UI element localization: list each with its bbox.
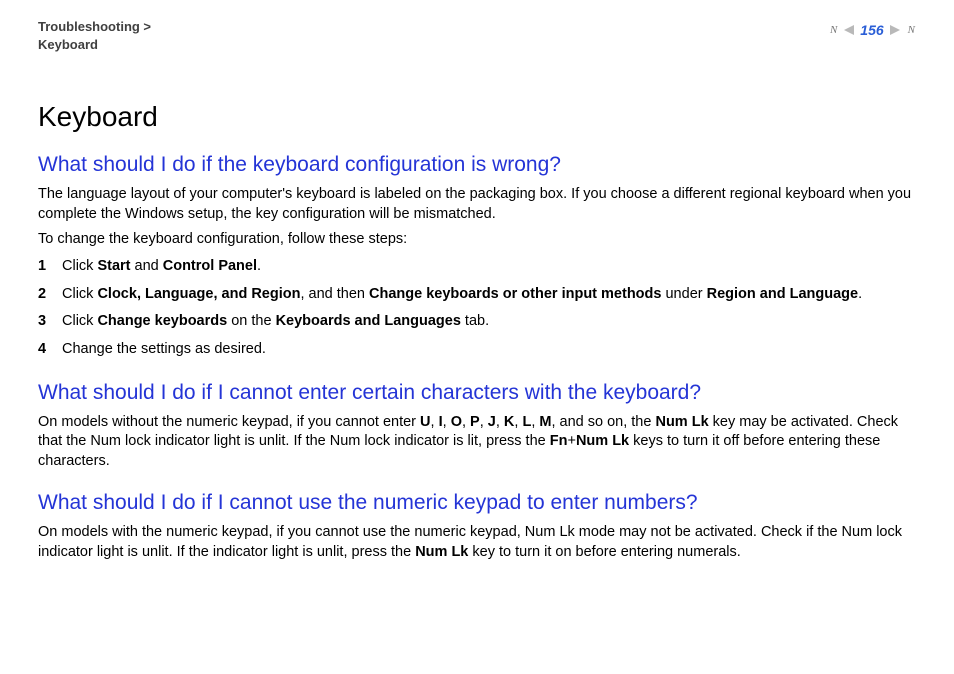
step-text: Click Change keyboards on the Keyboards … xyxy=(62,311,916,333)
section2-para: On models without the numeric keypad, if… xyxy=(38,413,916,472)
section1-heading: What should I do if the keyboard configu… xyxy=(38,153,916,177)
section1-para2: To change the keyboard configuration, fo… xyxy=(38,230,916,250)
page-number: 156 xyxy=(860,22,883,38)
pager: N 156 N xyxy=(828,22,916,38)
section3-para: On models with the numeric keypad, if yo… xyxy=(38,523,916,562)
breadcrumb-line1: Troubleshooting > xyxy=(38,19,151,34)
pager-n-right: N xyxy=(908,24,916,36)
breadcrumb: Troubleshooting > Keyboard xyxy=(38,18,151,53)
page-title: Keyboard xyxy=(38,101,916,133)
pager-n-left: N xyxy=(830,24,838,36)
step-text: Click Start and Control Panel. xyxy=(62,256,916,278)
step-item: 4Change the settings as desired. xyxy=(38,339,916,361)
step-number: 4 xyxy=(38,339,62,361)
step-number: 2 xyxy=(38,284,62,306)
next-page-icon[interactable] xyxy=(890,25,900,35)
step-number: 1 xyxy=(38,256,62,278)
section1-steps: 1Click Start and Control Panel.2Click Cl… xyxy=(38,256,916,361)
step-item: 1Click Start and Control Panel. xyxy=(38,256,916,278)
step-item: 3Click Change keyboards on the Keyboards… xyxy=(38,311,916,333)
step-number: 3 xyxy=(38,311,62,333)
step-text: Click Clock, Language, and Region, and t… xyxy=(62,284,916,306)
section1-para1: The language layout of your computer's k… xyxy=(38,185,916,224)
step-item: 2Click Clock, Language, and Region, and … xyxy=(38,284,916,306)
section3-heading: What should I do if I cannot use the num… xyxy=(38,491,916,515)
breadcrumb-line2: Keyboard xyxy=(38,37,98,52)
prev-page-icon[interactable] xyxy=(844,25,854,35)
step-text: Change the settings as desired. xyxy=(62,339,916,361)
section2-heading: What should I do if I cannot enter certa… xyxy=(38,381,916,405)
